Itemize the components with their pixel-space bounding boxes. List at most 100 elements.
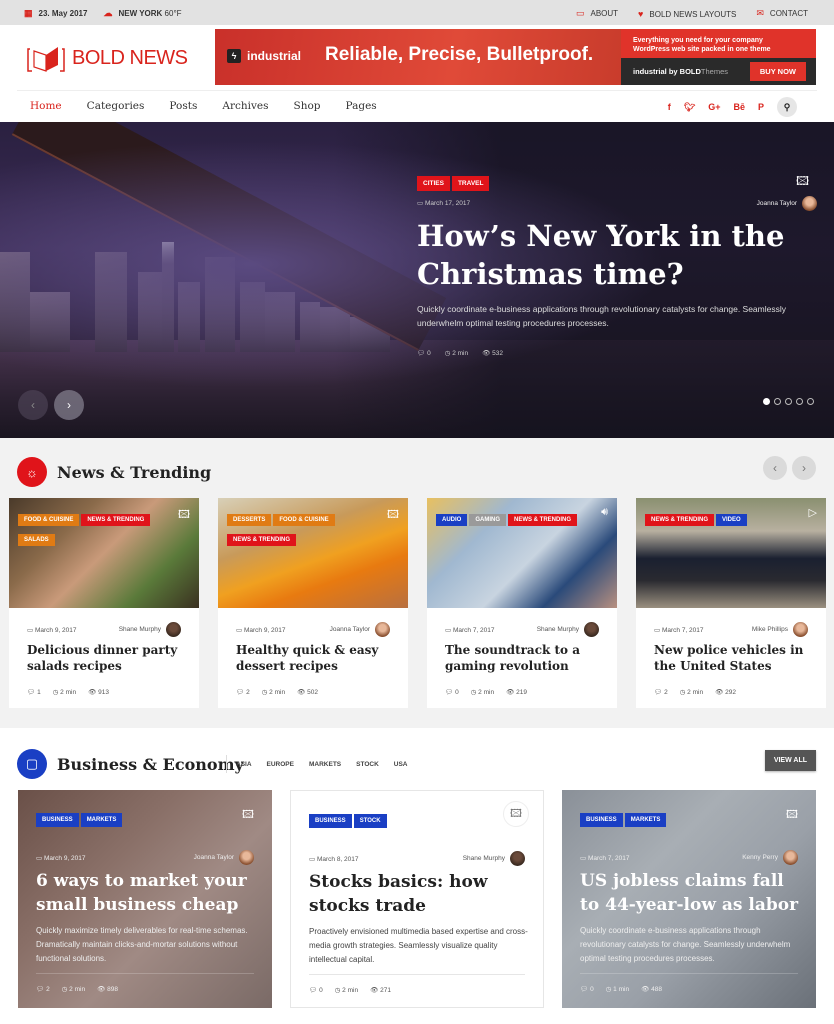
hero-next-button[interactable]: › <box>54 390 84 420</box>
post-author[interactable]: Shane Murphy <box>119 622 181 637</box>
news-card[interactable]: AUDIO GAMING NEWS & TRENDING 🔊︎ ▭ March 7,… <box>427 498 617 708</box>
post-title[interactable]: 6 ways to market your small business che… <box>36 869 258 917</box>
post-tag[interactable]: DESSERTS <box>227 514 272 526</box>
search-button[interactable]: ⚲ <box>777 97 797 117</box>
post-author[interactable]: Joanna Taylor <box>194 850 254 865</box>
post-tag[interactable]: AUDIO <box>436 514 468 526</box>
post-tag[interactable]: VIDEO <box>716 514 747 526</box>
filter-markets[interactable]: MARKETS <box>309 761 341 768</box>
nav-categories[interactable]: Categories <box>87 100 145 112</box>
post-title[interactable]: Stocks basics: how stocks trade <box>309 870 529 918</box>
facebook-icon[interactable]: f <box>668 102 671 112</box>
post-tag[interactable]: MARKETS <box>80 813 123 827</box>
top-bar: ▦ 23. May 2017 ☁ NEW YORK 60°F ▭ ABOUT ♥ BOL… <box>0 0 834 25</box>
post-tag[interactable]: BUSINESS <box>36 813 79 827</box>
filter-asia[interactable]: ASIA <box>236 761 252 768</box>
post-author[interactable]: Joanna Taylor <box>330 622 390 637</box>
post-title[interactable]: Delicious dinner party salads recipes <box>27 642 181 674</box>
post-title[interactable]: Healthy quick & easy dessert recipes <box>236 642 390 674</box>
google-plus-icon[interactable]: G+ <box>708 102 720 112</box>
logo[interactable]: BOLD NEWS <box>26 43 188 73</box>
ad-banner[interactable]: ϟ industrial Reliable, Precise, Bulletpro… <box>215 29 816 85</box>
trending-prev-button[interactable]: ‹ <box>763 456 787 480</box>
avatar <box>510 851 525 866</box>
pinterest-icon[interactable]: P <box>758 102 764 112</box>
post-tag[interactable]: SALADS <box>18 534 55 546</box>
tag-travel[interactable]: TRAVEL <box>451 176 490 191</box>
behance-icon[interactable]: Bē <box>733 102 745 112</box>
twitter-icon[interactable]: 🐦︎ <box>684 102 695 113</box>
slide-dot[interactable] <box>807 398 814 405</box>
post-tag[interactable]: BUSINESS <box>309 814 352 828</box>
filter-usa[interactable]: USA <box>394 761 408 768</box>
avatar <box>793 622 808 637</box>
post-excerpt: Proactively envisioned multimedia based … <box>309 927 528 964</box>
post-tag[interactable]: STOCK <box>353 814 387 828</box>
post-title[interactable]: New police vehicles in the United States <box>654 642 808 674</box>
banner-byline: industrial by BOLDThemes <box>633 67 729 76</box>
comments-count: 💬︎ 0 <box>445 689 459 696</box>
nav-archives[interactable]: Archives <box>222 100 268 112</box>
post-author[interactable]: Shane Murphy <box>537 622 599 637</box>
post-date: ▭ March 7, 2017 <box>445 626 495 634</box>
contact-link[interactable]: ✉ CONTACT <box>756 8 808 19</box>
weather-info: ☁ NEW YORK 60°F <box>103 8 182 18</box>
avatar <box>166 622 181 637</box>
nav-pages[interactable]: Pages <box>346 100 377 112</box>
slide-dot[interactable] <box>774 398 781 405</box>
nav-posts[interactable]: Posts <box>169 100 197 112</box>
business-card[interactable]: BUSINESS MARKETS 🖾 ▭ March 7, 2017 Kenny P… <box>562 790 816 1008</box>
image-format-icon: 🖾 <box>503 801 529 827</box>
post-author[interactable]: Kenny Perry <box>742 850 798 865</box>
news-card[interactable]: FOOD & CUISINE NEWS & TRENDING SALADS 🖾 ▭ … <box>9 498 199 708</box>
search-icon: ⚲ <box>783 101 791 112</box>
layouts-link[interactable]: ♥ BOLD NEWS LAYOUTS <box>638 9 736 19</box>
chevron-left-icon: ‹ <box>31 398 35 412</box>
post-tag[interactable]: NEWS & TRENDING <box>508 514 578 526</box>
news-card[interactable]: NEWS & TRENDING VIDEO ▷ ▭ March 7, 2017 Mi… <box>636 498 826 708</box>
about-link[interactable]: ▭ ABOUT <box>576 8 618 19</box>
post-tag[interactable]: GAMING <box>469 514 507 526</box>
news-card[interactable]: DESSERTS FOOD & CUISINENEWS & TRENDING 🖾 … <box>218 498 408 708</box>
post-image: DESSERTS FOOD & CUISINE NEWS & TRENDING 🖾 <box>218 498 408 608</box>
post-tag[interactable]: MARKETS <box>624 813 667 827</box>
post-tag[interactable]: BUSINESS <box>580 813 623 827</box>
slide-dot[interactable] <box>763 398 770 405</box>
nav-shop[interactable]: Shop <box>294 100 321 112</box>
slide-dot[interactable] <box>785 398 792 405</box>
business-card[interactable]: BUSINESS STOCK 🖾 ▭ March 8, 2017 Shane Mur… <box>290 790 544 1008</box>
post-date: ▭ March 9, 2017 <box>36 854 86 862</box>
view-all-button[interactable]: VIEW ALL <box>764 750 816 771</box>
post-tag[interactable]: NEWS & TRENDING <box>81 514 151 526</box>
comments-count: 💬︎ 1 <box>27 689 41 696</box>
business-card[interactable]: BUSINESS MARKETS 🖾 ▭ March 9, 2017 Joanna … <box>18 790 272 1008</box>
nav-home[interactable]: Home <box>30 100 62 112</box>
post-title[interactable]: US jobless claims fall to 44-year-low as… <box>580 869 802 917</box>
post-author[interactable]: Mike Phillips <box>752 622 808 637</box>
views-count: 👁︎ 488 <box>641 986 662 993</box>
post-title[interactable]: The soundtrack to a gaming revolution <box>445 642 599 674</box>
tag-cities[interactable]: CITIES <box>417 176 450 191</box>
buy-now-button[interactable]: BUY NOW <box>749 62 806 81</box>
slide-dot[interactable] <box>796 398 803 405</box>
post-date: ▭ March 9, 2017 <box>236 626 286 634</box>
post-tag[interactable]: NEWS & TRENDING <box>645 514 714 526</box>
trending-next-button[interactable]: › <box>792 456 816 480</box>
comments-count: 💬︎ 2 <box>654 689 668 696</box>
post-image: AUDIO GAMING NEWS & TRENDING 🔊︎ <box>427 498 617 608</box>
image-format-icon: 🖾 <box>786 809 798 821</box>
filter-stock[interactable]: STOCK <box>356 761 379 768</box>
hero-article[interactable]: CITIES TRAVEL 🖾 ▭ March 17, 2017 Joanna T… <box>417 122 817 438</box>
book-logo-icon <box>26 43 66 73</box>
post-author[interactable]: Shane Murphy <box>463 851 525 866</box>
divider <box>309 974 525 975</box>
post-tag[interactable]: NEWS & TRENDING <box>227 534 296 546</box>
post-tag[interactable]: FOOD & CUISINE <box>18 514 80 526</box>
main-nav: Home Categories Posts Archives Shop Page… <box>17 90 817 122</box>
post-author[interactable]: Joanna Taylor <box>757 196 817 211</box>
cloud-icon: ☁ <box>103 8 113 18</box>
post-tag[interactable]: FOOD & CUISINE <box>273 514 335 526</box>
hero-title[interactable]: How’s New York in the Christmas time? <box>417 217 817 293</box>
filter-europe[interactable]: EUROPE <box>267 761 294 768</box>
hero-prev-button[interactable]: ‹ <box>18 390 48 420</box>
